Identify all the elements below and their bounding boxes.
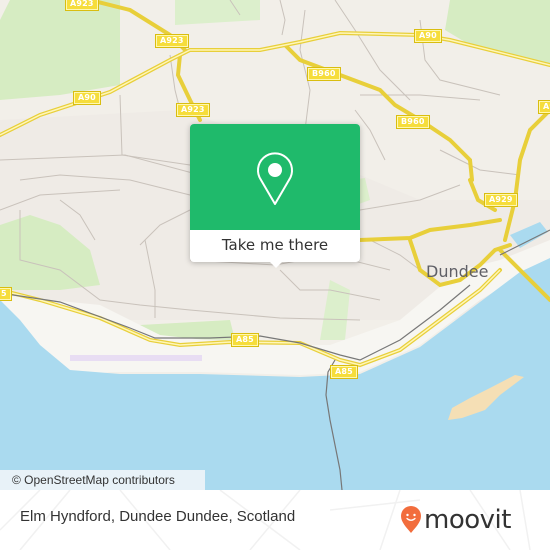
moovit-pin-smile-icon: [401, 506, 421, 533]
road-label-b960: B960: [307, 67, 341, 81]
location-address: Elm Hyndford, Dundee Dundee, Scotland: [20, 508, 296, 525]
road-label-a9: A9: [537, 100, 550, 114]
map[interactable]: A923 A923 A923 A90 A90 B960 B960 A929 A9…: [0, 0, 550, 490]
footer: Elm Hyndford, Dundee Dundee, Scotland mo…: [0, 490, 550, 550]
road-label-a929: A929: [484, 193, 518, 207]
road-label-a85: 5: [0, 287, 12, 301]
road-label-a90: A90: [73, 91, 101, 105]
moovit-logo[interactable]: moovit: [400, 500, 511, 540]
road-label-b960: B960: [396, 115, 430, 129]
road-label-a90: A90: [414, 29, 442, 43]
road-label-a923: A923: [65, 0, 99, 11]
map-pin-icon: [257, 152, 293, 205]
take-me-there-button[interactable]: Take me there: [190, 230, 360, 262]
location-popup: Take me there: [190, 124, 360, 268]
popup-pointer: [268, 260, 284, 268]
map-attribution[interactable]: © OpenStreetMap contributors: [0, 470, 205, 490]
road-label-a923: A923: [176, 103, 210, 117]
moovit-wordmark: moovit: [424, 505, 511, 535]
road-label-a85: A85: [330, 365, 358, 379]
road-label-a85: A85: [231, 333, 259, 347]
road-label-a923: A923: [155, 34, 189, 48]
city-label-dundee: Dundee: [426, 262, 489, 281]
popup-header: [190, 124, 360, 230]
